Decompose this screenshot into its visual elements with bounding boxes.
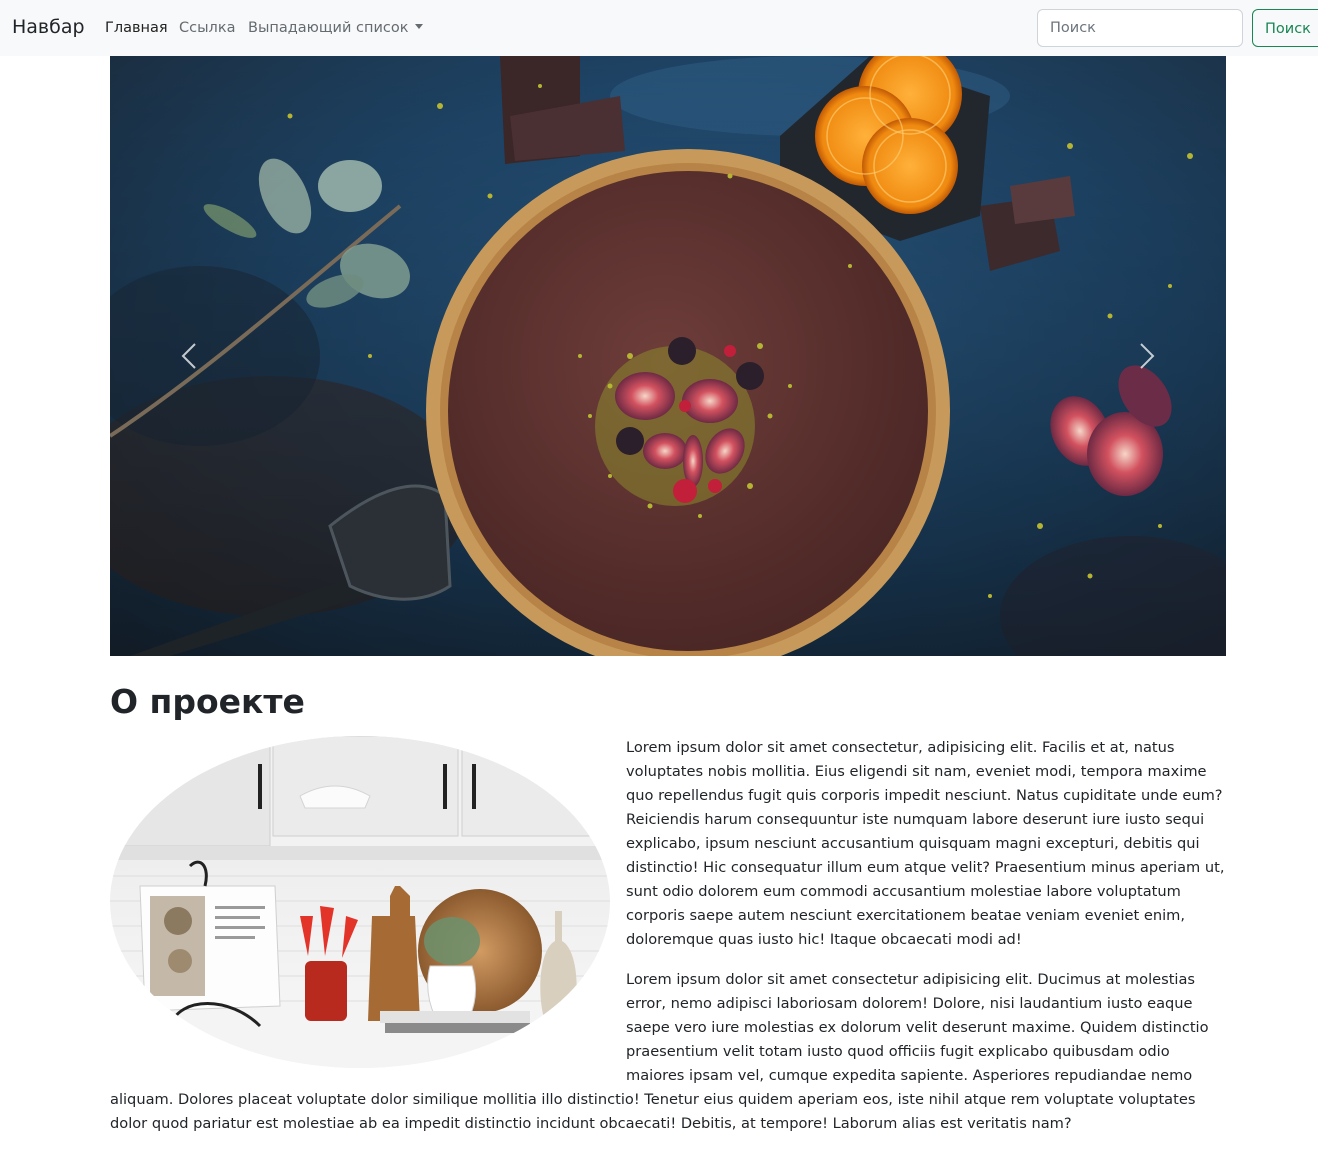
kitchen-oval-image xyxy=(110,736,610,1068)
nav-link-link[interactable]: Ссылка xyxy=(179,20,235,36)
carousel-slide-image xyxy=(110,56,1226,656)
nav-dropdown-toggle[interactable]: Выпадающий список xyxy=(248,20,424,36)
chevron-right-icon xyxy=(1140,343,1155,369)
search-button[interactable]: Поиск xyxy=(1252,9,1318,47)
about-title: О проекте xyxy=(110,682,305,721)
chevron-left-icon xyxy=(181,343,196,369)
carousel-next-control[interactable] xyxy=(1066,56,1226,656)
carousel xyxy=(110,56,1226,656)
search-input[interactable] xyxy=(1037,9,1243,47)
caret-down-icon xyxy=(415,24,424,29)
carousel-prev-control[interactable] xyxy=(110,56,270,656)
about-section: Lorem ipsum dolor sit amet consectetur, … xyxy=(110,736,1226,1152)
nav-link-home[interactable]: Главная xyxy=(105,20,168,36)
navbar: Навбар Главная Ссылка Выпадающий список … xyxy=(0,0,1318,56)
nav-dropdown-label: Выпадающий список xyxy=(248,20,409,36)
navbar-brand[interactable]: Навбар xyxy=(12,16,85,38)
